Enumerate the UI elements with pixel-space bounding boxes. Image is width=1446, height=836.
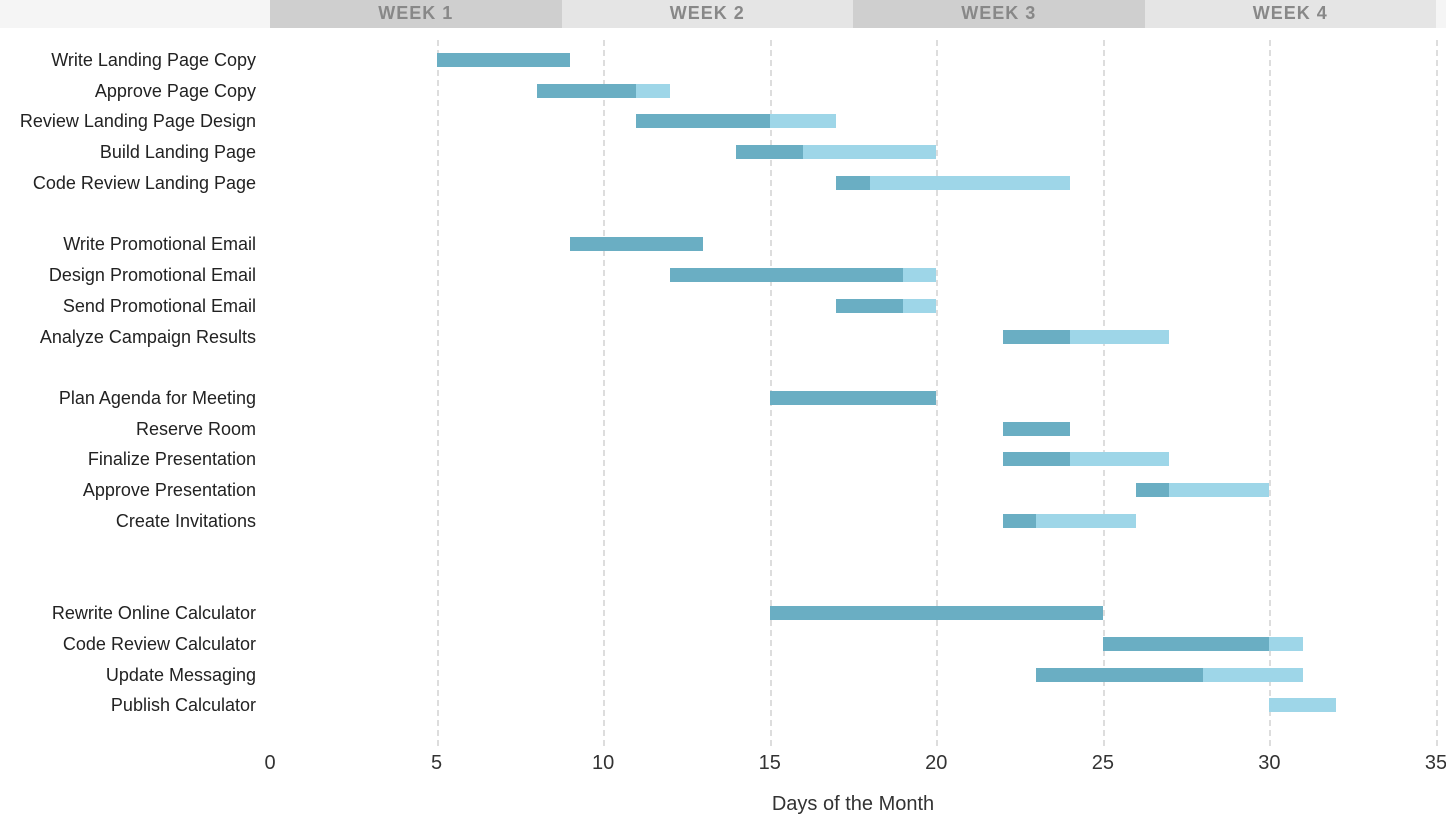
week-header-cell: WEEK 2 [562,0,854,28]
task-label: Write Landing Page Copy [0,50,256,70]
gantt-chart: WEEK 1WEEK 2WEEK 3WEEK 4 Write Landing P… [0,0,1446,836]
gantt-bar-segment [770,391,937,405]
gantt-row: Code Review Landing Page [270,173,1436,193]
task-label: Finalize Presentation [0,449,256,469]
gantt-bar-segment [437,53,570,67]
gantt-bar-segment [836,176,869,190]
x-tick-label: 5 [431,752,442,775]
week-header-cell: WEEK 4 [1145,0,1437,28]
gantt-row: Design Promotional Email [270,265,1436,285]
gantt-bar-segment [636,114,769,128]
gantt-bar-segment [836,299,903,313]
task-label: Approve Presentation [0,480,256,500]
task-label: Publish Calculator [0,695,256,715]
gantt-row: Finalize Presentation [270,449,1436,469]
weeks-header-cells: WEEK 1WEEK 2WEEK 3WEEK 4 [270,0,1436,28]
weeks-header: WEEK 1WEEK 2WEEK 3WEEK 4 [0,0,1446,28]
weeks-header-lead [0,0,270,28]
gantt-row: Rewrite Online Calculator [270,603,1436,623]
task-label: Analyze Campaign Results [0,327,256,347]
task-label: Send Promotional Email [0,296,256,316]
gantt-row: Write Landing Page Copy [270,50,1436,70]
gantt-bar-segment [570,237,703,251]
gantt-bar-segment [1169,483,1269,497]
x-tick-label: 35 [1425,752,1446,775]
gantt-row: Code Review Calculator [270,634,1436,654]
gantt-row: Build Landing Page [270,142,1436,162]
gantt-bar-segment [1003,452,1070,466]
x-tick-label: 25 [1092,752,1114,775]
gantt-bar-segment [636,84,669,98]
gantt-bar-segment [903,268,936,282]
task-label: Write Promotional Email [0,234,256,254]
week-header-cell: WEEK 1 [270,0,562,28]
task-label: Design Promotional Email [0,265,256,285]
gantt-bar-segment [903,299,936,313]
gantt-row: Review Landing Page Design [270,111,1436,131]
gantt-bar-segment [1269,637,1302,651]
gantt-bar-segment [1003,514,1036,528]
task-label: Build Landing Page [0,142,256,162]
gantt-row: Plan Agenda for Meeting [270,388,1436,408]
gantt-row: Analyze Campaign Results [270,327,1436,347]
gantt-rows: Write Landing Page Copy Approve Page Copy… [270,40,1436,746]
gridline [1436,40,1438,746]
task-label: Approve Page Copy [0,81,256,101]
gantt-bar-segment [1070,330,1170,344]
x-axis-ticks: 05101520253035 [270,752,1436,780]
gantt-bar-segment [537,84,637,98]
gantt-bar-segment [670,268,903,282]
x-tick-label: 20 [925,752,947,775]
task-label: Reserve Room [0,419,256,439]
gantt-bar-segment [1269,698,1336,712]
gantt-row: Update Messaging [270,665,1436,685]
task-label: Code Review Landing Page [0,173,256,193]
task-label: Plan Agenda for Meeting [0,388,256,408]
gantt-bar-segment [1036,514,1136,528]
task-label: Update Messaging [0,665,256,685]
gantt-row: Publish Calculator [270,695,1436,715]
gantt-bar-segment [803,145,936,159]
x-tick-label: 0 [264,752,275,775]
plot-area: Write Landing Page Copy Approve Page Copy… [270,40,1436,746]
gantt-row: Reserve Room [270,419,1436,439]
gantt-row: Approve Presentation [270,480,1436,500]
x-tick-label: 10 [592,752,614,775]
gantt-bar-segment [770,114,837,128]
gantt-bar-segment [1103,637,1270,651]
week-header-cell: WEEK 3 [853,0,1145,28]
task-label: Rewrite Online Calculator [0,603,256,623]
gantt-bar-segment [1070,452,1170,466]
gantt-bar-segment [736,145,803,159]
gantt-bar-segment [1136,483,1169,497]
gantt-row: Create Invitations [270,511,1436,531]
x-tick-label: 15 [759,752,781,775]
gantt-bar-segment [770,606,1103,620]
x-tick-label: 30 [1258,752,1280,775]
gantt-row: Send Promotional Email [270,296,1436,316]
gantt-bar-segment [870,176,1070,190]
task-label: Code Review Calculator [0,634,256,654]
task-label: Review Landing Page Design [0,111,256,131]
x-axis-label: Days of the Month [270,793,1436,816]
gantt-bar-segment [1036,668,1203,682]
gantt-row: Write Promotional Email [270,234,1436,254]
task-label: Create Invitations [0,511,256,531]
gantt-bar-segment [1203,668,1303,682]
weeks-header-tail [1436,0,1446,28]
gantt-bar-segment [1003,422,1070,436]
gantt-bar-segment [1003,330,1070,344]
gantt-row: Approve Page Copy [270,81,1436,101]
